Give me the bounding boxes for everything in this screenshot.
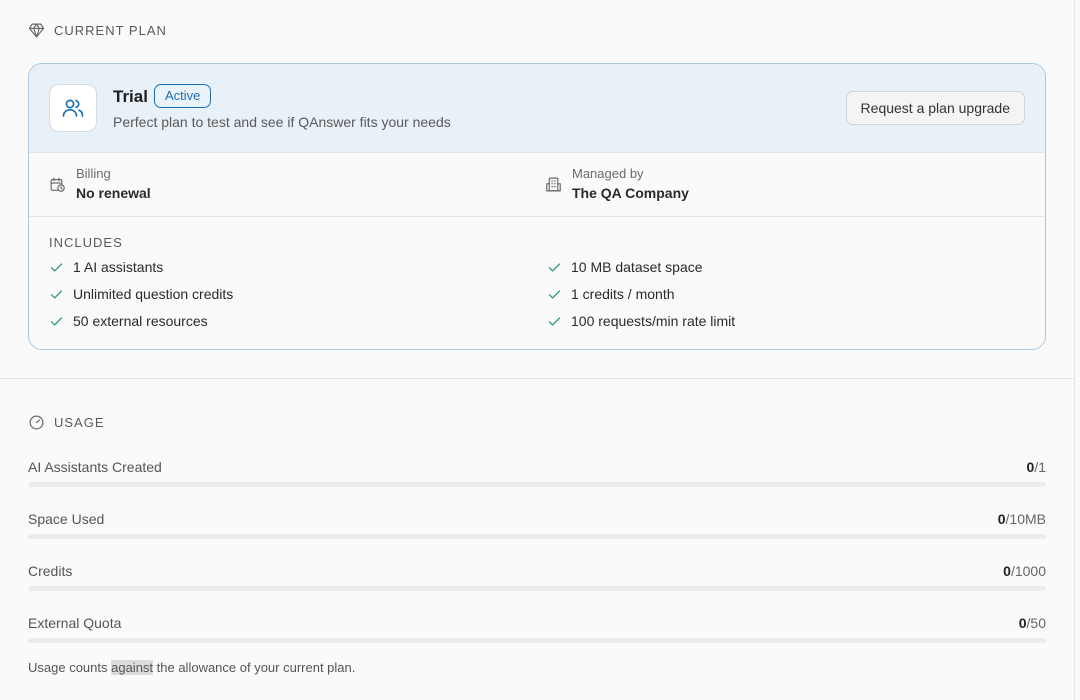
plan-card: Trial Active Perfect plan to test and se…	[28, 63, 1046, 350]
gauge-icon	[28, 414, 45, 431]
status-badge: Active	[154, 84, 212, 108]
diamond-icon	[28, 22, 45, 39]
usage-row-ai-assistants: AI Assistants Created 0/1	[28, 459, 1046, 487]
usage-header: USAGE	[28, 414, 105, 431]
usage-row-credits: Credits 0/1000	[28, 563, 1046, 591]
check-icon	[547, 260, 562, 275]
includes-title: INCLUDES	[49, 235, 123, 250]
usage-footnote: Usage counts against the allowance of yo…	[28, 660, 356, 675]
billing-label: Billing	[76, 166, 111, 181]
check-icon	[49, 314, 64, 329]
usage-label: Space Used	[28, 511, 105, 527]
current-plan-header: CURRENT PLAN	[28, 22, 167, 39]
current-plan-title: CURRENT PLAN	[54, 23, 167, 38]
usage-label: AI Assistants Created	[28, 459, 162, 475]
usage-count: 0/1	[1026, 459, 1046, 475]
feature-item: 50 external resources	[49, 313, 208, 329]
check-icon	[547, 314, 562, 329]
usage-label: External Quota	[28, 615, 122, 631]
building-icon	[545, 166, 562, 201]
feature-item: 1 credits / month	[547, 286, 675, 302]
request-upgrade-button[interactable]: Request a plan upgrade	[845, 91, 1025, 125]
billing-info: Billing No renewal	[49, 166, 151, 201]
usage-count: 0/50	[1018, 615, 1046, 631]
feature-item: 100 requests/min rate limit	[547, 313, 735, 329]
usage-progress-bar	[28, 534, 1046, 539]
feature-item: 10 MB dataset space	[547, 259, 703, 275]
managed-info: Managed by The QA Company	[545, 166, 689, 201]
feature-item: Unlimited question credits	[49, 286, 233, 302]
usage-progress-bar	[28, 638, 1046, 643]
usage-row-space: Space Used 0/10MB	[28, 511, 1046, 539]
feature-item: 1 AI assistants	[49, 259, 163, 275]
includes-section: INCLUDES 1 AI assistants Unlimited quest…	[29, 217, 1045, 349]
plan-details-row: Billing No renewal Managed by The QA Com…	[29, 153, 1045, 217]
billing-value: No renewal	[76, 185, 151, 201]
usage-progress-bar	[28, 586, 1046, 591]
managed-by-label: Managed by	[572, 166, 644, 181]
managed-by-value: The QA Company	[572, 185, 689, 201]
usage-count: 0/10MB	[997, 511, 1046, 527]
users-icon	[49, 84, 97, 132]
calendar-clock-icon	[49, 166, 66, 201]
usage-label: Credits	[28, 563, 73, 579]
section-divider	[0, 378, 1074, 379]
usage-title: USAGE	[54, 415, 105, 430]
usage-count: 0/1000	[1003, 563, 1046, 579]
usage-row-external-quota: External Quota 0/50	[28, 615, 1046, 643]
plan-name: Trial	[113, 87, 148, 106]
check-icon	[547, 287, 562, 302]
plan-description: Perfect plan to test and see if QAnswer …	[113, 114, 451, 130]
check-icon	[49, 260, 64, 275]
scroll-edge	[1074, 0, 1075, 700]
check-icon	[49, 287, 64, 302]
plan-card-header: Trial Active Perfect plan to test and se…	[29, 64, 1045, 153]
usage-progress-bar	[28, 482, 1046, 487]
plan-usage-page: CURRENT PLAN Trial Active Perfect plan t…	[0, 0, 1080, 700]
